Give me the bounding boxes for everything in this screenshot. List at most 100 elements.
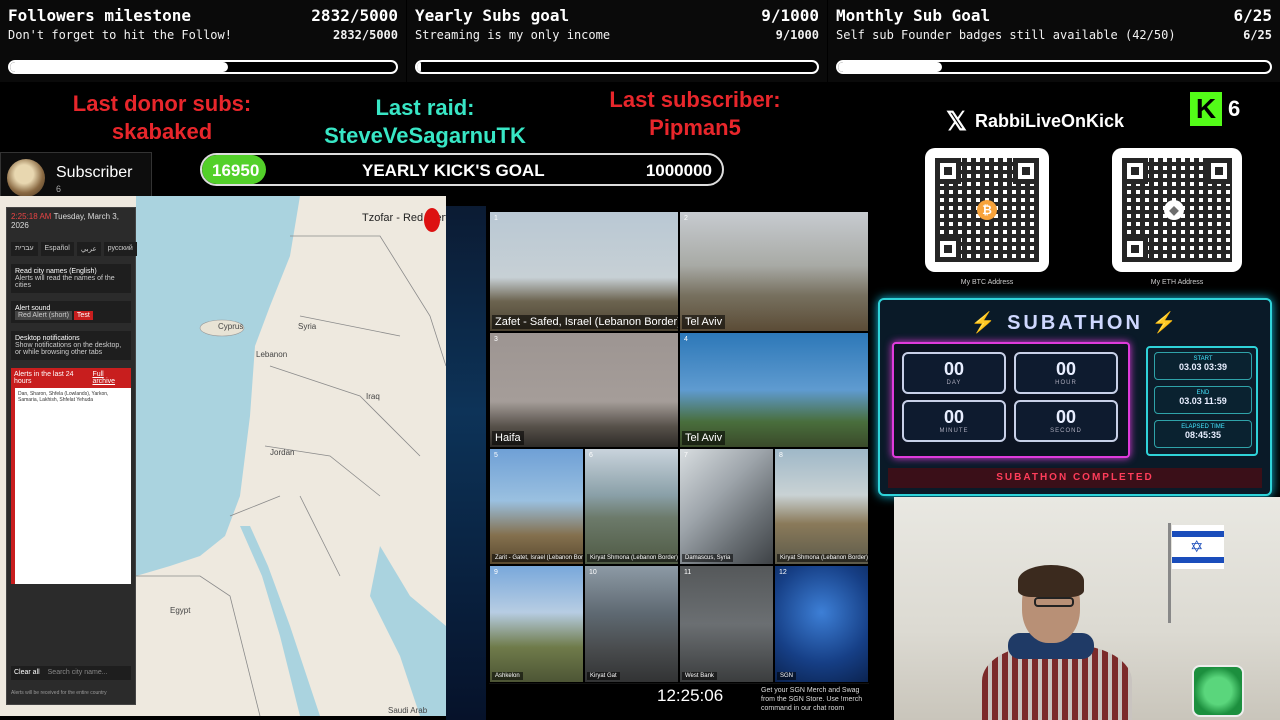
camera-number: 8 bbox=[779, 452, 783, 459]
goal-value-2: 6/25 bbox=[1243, 28, 1272, 42]
eth-qr-label: My ETH Address bbox=[1150, 279, 1204, 286]
clear-all-button[interactable]: Clear all bbox=[14, 669, 40, 676]
alerts-header: Alerts in the last 24 hours Full archive bbox=[11, 368, 131, 388]
btc-qr-label: My BTC Address bbox=[960, 279, 1014, 286]
camera-label: Ashkelon bbox=[492, 672, 523, 680]
alerts-list-text: Dan, Sharon, Shfela (Lowlands), Yarkon, … bbox=[18, 391, 109, 403]
camera-feed[interactable]: 1 Zafet - Safed, Israel (Lebanon Border) bbox=[489, 211, 679, 332]
option-desktop-notifications[interactable]: Desktop notifications Show notifications… bbox=[11, 331, 131, 360]
israel-flag-icon: ✡ bbox=[1172, 525, 1224, 569]
subathon-info: START 03.03 03:39 END 03.03 11:59 ELAPSED … bbox=[1146, 346, 1258, 456]
flag-pole bbox=[1168, 523, 1171, 623]
timer-value: 00 bbox=[1055, 359, 1077, 379]
option-alert-sound[interactable]: Alert sound Red Alert (short) Test bbox=[11, 301, 131, 323]
kick-badge: K 6 bbox=[1190, 92, 1240, 126]
timer-day: 00 DAY bbox=[902, 352, 1006, 394]
timer-value: 00 bbox=[943, 407, 965, 427]
camera-feed[interactable]: 5 Zarit - Gatet, Israel (Lebanon Border) bbox=[489, 448, 584, 565]
last-raid: Last raid: SteveVeSagarnuTK bbox=[300, 94, 550, 150]
camera-label: SGN bbox=[777, 672, 797, 680]
map-label-syria: Syria bbox=[298, 322, 317, 331]
lang-arabic[interactable]: عربي bbox=[76, 242, 101, 256]
avatar bbox=[7, 159, 45, 197]
option-read-names-title: Read city names (English) bbox=[15, 268, 97, 275]
option-read-names-desc: Alerts will read the names of the cities bbox=[15, 275, 115, 289]
camera-clock: 12:25:06 bbox=[657, 686, 724, 705]
camera-feed[interactable]: 10 Kiryat Gat bbox=[584, 565, 679, 683]
camera-number: 11 bbox=[684, 569, 692, 576]
camera-number: 4 bbox=[684, 336, 688, 343]
lang-hebrew[interactable]: עברית bbox=[11, 242, 38, 256]
subscriber-label: Subscriber bbox=[56, 164, 133, 181]
subscriber-card: Subscriber 6 bbox=[0, 152, 152, 198]
map-label-saudi: Saudi Arab bbox=[388, 706, 428, 715]
camera-feed[interactable]: 6 Kiryat Shmona (Lebanon Border) bbox=[584, 448, 679, 565]
start-value: 03.03 03:39 bbox=[1178, 362, 1228, 372]
x-logo-icon: 𝕏 bbox=[946, 106, 967, 136]
last-donor: Last donor subs: skabaked bbox=[40, 90, 284, 146]
camera-feed[interactable]: 12 SGN bbox=[774, 565, 869, 683]
camera-label: Zafet - Safed, Israel (Lebanon Border) bbox=[492, 315, 678, 329]
map-label-cyprus: Cyprus bbox=[218, 322, 244, 331]
goal-title: Yearly Subs goal bbox=[415, 6, 570, 25]
timer-unit: HOUR bbox=[1055, 380, 1077, 386]
alert-sidebar: 2:25:18 AM Tuesday, March 3, 2026 עברית … bbox=[6, 207, 137, 705]
camera-number: 12 bbox=[779, 569, 787, 576]
timer-value: 00 bbox=[1055, 407, 1077, 427]
timer-unit: SECOND bbox=[1050, 428, 1082, 434]
lightning-icon: ⚡ bbox=[1151, 312, 1180, 334]
subathon-start: START 03.03 03:39 bbox=[1154, 352, 1252, 380]
sound-select[interactable]: Red Alert (short) bbox=[15, 311, 72, 320]
red-alert-logo-icon bbox=[424, 208, 440, 232]
x-handle: 𝕏 RabbiLiveOnKick bbox=[946, 106, 1124, 137]
alert-time: 2:25:18 AM bbox=[11, 212, 52, 221]
option-read-names[interactable]: Read city names (English) Alerts will re… bbox=[11, 264, 131, 293]
bitcoin-icon: ₿ bbox=[977, 200, 997, 220]
camera-number: 7 bbox=[684, 452, 688, 459]
camera-feed[interactable]: 4 Tel Aviv bbox=[679, 332, 869, 448]
map-label-jordan: Jordan bbox=[270, 448, 295, 457]
followers-goal: Followers milestone 2832/5000 Don't forge… bbox=[0, 0, 406, 82]
subathon-status: SUBATHON COMPLETED bbox=[888, 468, 1262, 488]
timer-unit: MINUTE bbox=[939, 428, 969, 434]
goal-value-2: 2832/5000 bbox=[332, 28, 398, 42]
camera-label: Tel Aviv bbox=[682, 315, 726, 329]
camera-label: Kiryat Gat bbox=[587, 672, 620, 680]
goal-subtitle: Self sub Founder badges still available … bbox=[836, 28, 1176, 42]
camera-number: 2 bbox=[684, 215, 688, 222]
alerts-header-title: Alerts in the last 24 hours bbox=[14, 371, 74, 385]
timer-minute: 00 MINUTE bbox=[902, 400, 1006, 442]
goal-progress-fill bbox=[417, 62, 421, 72]
merch-promo: Get your SGN Merch and Swag from the SGN… bbox=[761, 687, 863, 712]
camera-feed[interactable]: 2 Tel Aviv bbox=[679, 211, 869, 332]
subathon-elapsed: ELAPSED TIME 08:45:35 bbox=[1154, 420, 1252, 448]
plant-icon bbox=[1192, 665, 1244, 717]
goal-progress-bar bbox=[8, 60, 398, 74]
kick-count: 6 bbox=[1228, 96, 1241, 121]
search-bar[interactable]: Clear all Search city name... bbox=[11, 666, 131, 680]
full-archive-link[interactable]: Full archive bbox=[92, 371, 128, 385]
camera-feed[interactable]: 9 Ashkelon bbox=[489, 565, 584, 683]
option-desktop-title: Desktop notifications bbox=[15, 335, 80, 342]
lang-spanish[interactable]: Español bbox=[40, 242, 74, 256]
subathon-end: END 03.03 11:59 bbox=[1154, 386, 1252, 414]
search-input[interactable]: Search city name... bbox=[48, 669, 108, 676]
subathon-panel: ⚡ SUBATHON ⚡ 00 DAY 00 HOUR 00 MINUTE 00 SEC… bbox=[878, 298, 1272, 496]
camera-number: 6 bbox=[589, 452, 593, 459]
camera-feed[interactable]: 3 Haifa bbox=[489, 332, 679, 448]
alerts-list[interactable]: Dan, Sharon, Shfela (Lowlands), Yarkon, … bbox=[11, 388, 131, 584]
lang-russian[interactable]: русский bbox=[103, 242, 137, 256]
test-button[interactable]: Test bbox=[73, 311, 93, 320]
background-strip bbox=[446, 206, 486, 720]
subscriber-count: 6 bbox=[56, 184, 62, 194]
goal-subtitle: Don't forget to hit the Follow! bbox=[8, 28, 232, 42]
timer-hour: 00 HOUR bbox=[1014, 352, 1118, 394]
goal-value-2: 9/1000 bbox=[775, 28, 819, 42]
elapsed-value: 08:45:35 bbox=[1184, 430, 1222, 440]
last-subscriber: Last subscriber: Pipman5 bbox=[570, 86, 820, 142]
camera-feed[interactable]: 7 Damascus, Syria bbox=[679, 448, 774, 565]
subathon-title: SUBATHON bbox=[1007, 312, 1143, 334]
camera-label: Damascus, Syria bbox=[682, 554, 734, 562]
camera-feed[interactable]: 8 Kiryat Shmona (Lebanon Border) bbox=[774, 448, 869, 565]
camera-feed[interactable]: 11 West Bank bbox=[679, 565, 774, 683]
